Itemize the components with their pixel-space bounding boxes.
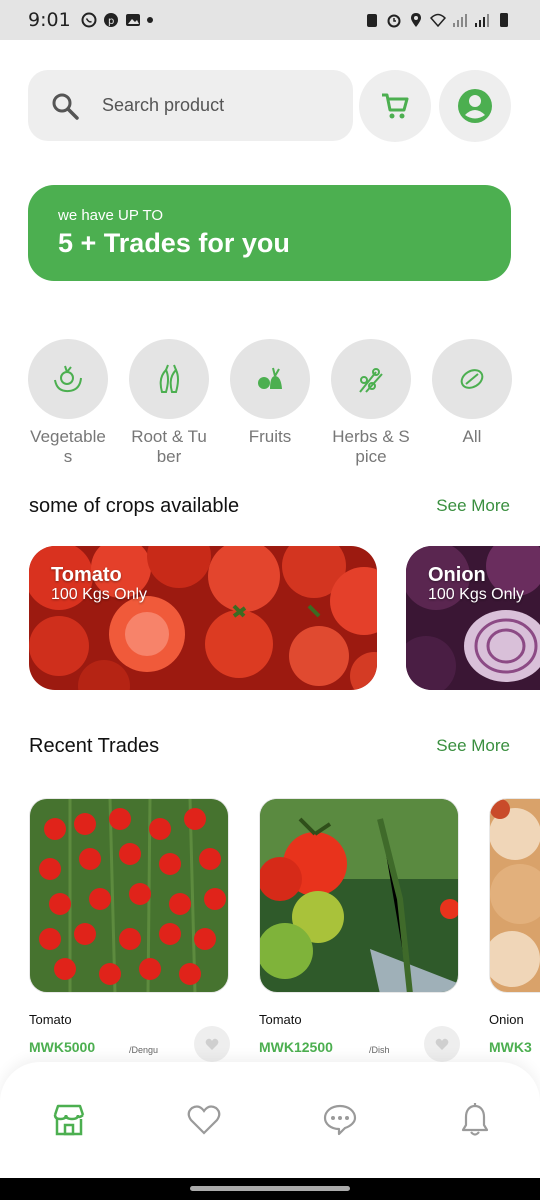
recent-trades-title: Recent Trades	[29, 735, 160, 757]
bell-icon	[461, 1103, 489, 1136]
category-root-tuber-circle[interactable]	[129, 339, 209, 419]
trade-name: Onion	[489, 1012, 524, 1027]
nav-favorites[interactable]	[186, 1102, 222, 1138]
search-icon	[52, 93, 79, 120]
crop-quantity: 100 Kgs Only	[428, 586, 525, 603]
status-bar: 9:01 p	[0, 0, 540, 40]
trade-price: MWK5000	[29, 1039, 96, 1055]
trade-price: MWK3	[489, 1039, 532, 1055]
trade-unit: /Dengu	[129, 1045, 159, 1055]
pinterest-icon: p	[103, 13, 118, 27]
favorite-button[interactable]	[424, 1026, 460, 1062]
battery-icon	[500, 13, 508, 27]
onion-trade-image	[490, 799, 540, 992]
category-fruits-circle[interactable]	[230, 339, 310, 419]
search-input[interactable]	[100, 94, 324, 117]
all-icon	[460, 369, 484, 389]
cart-button[interactable]	[359, 70, 431, 142]
greenhouse-tomato-image	[260, 799, 458, 992]
cart-icon	[382, 93, 409, 119]
crop-card-onion[interactable]: Onion 100 Kgs Only	[406, 546, 540, 690]
heart-icon	[187, 1105, 221, 1135]
status-time: 9:01	[28, 9, 71, 31]
signal-2-icon	[475, 14, 489, 27]
banner-title: 5 + Trades for you	[58, 228, 290, 258]
system-navigation-bar	[0, 1178, 540, 1200]
whatsapp-icon	[81, 12, 97, 28]
battery-saver-icon	[367, 14, 377, 27]
recent-see-more-link[interactable]: See More	[436, 736, 510, 756]
banner-subtitle: we have UP TO	[58, 207, 164, 224]
category-label: All	[462, 427, 482, 446]
trade-image	[29, 798, 229, 993]
trade-card[interactable]: Onion MWK3	[489, 798, 540, 1068]
category-label: Root & Tuber	[131, 427, 207, 466]
category-vegetables[interactable]: Vegetables	[28, 339, 108, 467]
search-bar[interactable]	[28, 70, 353, 141]
category-label: Herbs & Spice	[332, 427, 410, 466]
location-icon	[411, 13, 421, 27]
trade-name: Tomato	[29, 1012, 72, 1027]
category-label: Fruits	[248, 427, 292, 446]
crop-quantity: 100 Kgs Only	[51, 586, 148, 603]
category-all-circle[interactable]	[432, 339, 512, 419]
herbs-spice-icon	[359, 368, 383, 393]
promo-banner[interactable]: we have UP TO 5 + Trades for you	[28, 185, 511, 281]
store-icon	[53, 1104, 85, 1136]
nav-store[interactable]	[51, 1102, 87, 1138]
category-herbs-spice[interactable]: Herbs & Spice	[331, 339, 411, 467]
signal-icon	[453, 14, 467, 27]
category-fruits[interactable]: Fruits	[230, 339, 310, 467]
nav-notifications[interactable]	[457, 1102, 493, 1138]
nav-messages[interactable]	[322, 1102, 358, 1138]
profile-icon	[458, 89, 492, 123]
heart-icon	[205, 1038, 219, 1050]
crop-name: Tomato	[51, 564, 122, 586]
home-indicator[interactable]	[190, 1186, 350, 1191]
wifi-icon	[430, 13, 446, 28]
root-tuber-icon	[159, 364, 179, 393]
trade-card[interactable]: Tomato MWK5000 /Dengu	[29, 798, 230, 1062]
bottom-navigation	[0, 1062, 540, 1178]
notification-dot-icon	[146, 17, 153, 23]
trade-card[interactable]: Tomato MWK12500 /Dish	[259, 798, 460, 1062]
crop-card-tomato[interactable]: Tomato 100 Kgs Only	[29, 546, 377, 690]
fruits-icon	[258, 367, 282, 389]
trade-name: Tomato	[259, 1012, 302, 1027]
gallery-icon	[125, 14, 140, 26]
trade-image	[489, 798, 540, 993]
alarm-icon	[387, 14, 401, 28]
crop-name: Onion	[428, 564, 486, 586]
category-all[interactable]: All	[432, 339, 512, 467]
trade-unit: /Dish	[369, 1045, 390, 1055]
favorite-button[interactable]	[194, 1026, 230, 1062]
trade-image	[259, 798, 459, 993]
chat-icon	[323, 1104, 357, 1136]
profile-button[interactable]	[439, 70, 511, 142]
trade-price: MWK12500	[259, 1039, 333, 1055]
crops-section-title: some of crops available	[29, 495, 240, 517]
category-list: Vegetables Root & Tuber Fruits Herbs & S…	[28, 339, 512, 467]
svg-text:p: p	[108, 16, 114, 27]
category-herbs-spice-circle[interactable]	[331, 339, 411, 419]
heart-icon	[435, 1038, 449, 1050]
category-vegetables-circle[interactable]	[28, 339, 108, 419]
crops-see-more-link[interactable]: See More	[436, 496, 510, 516]
cherry-tomato-image	[30, 799, 228, 992]
category-root-tuber[interactable]: Root & Tuber	[129, 339, 209, 467]
category-label: Vegetables	[30, 427, 106, 466]
vegetable-icon	[54, 365, 82, 393]
